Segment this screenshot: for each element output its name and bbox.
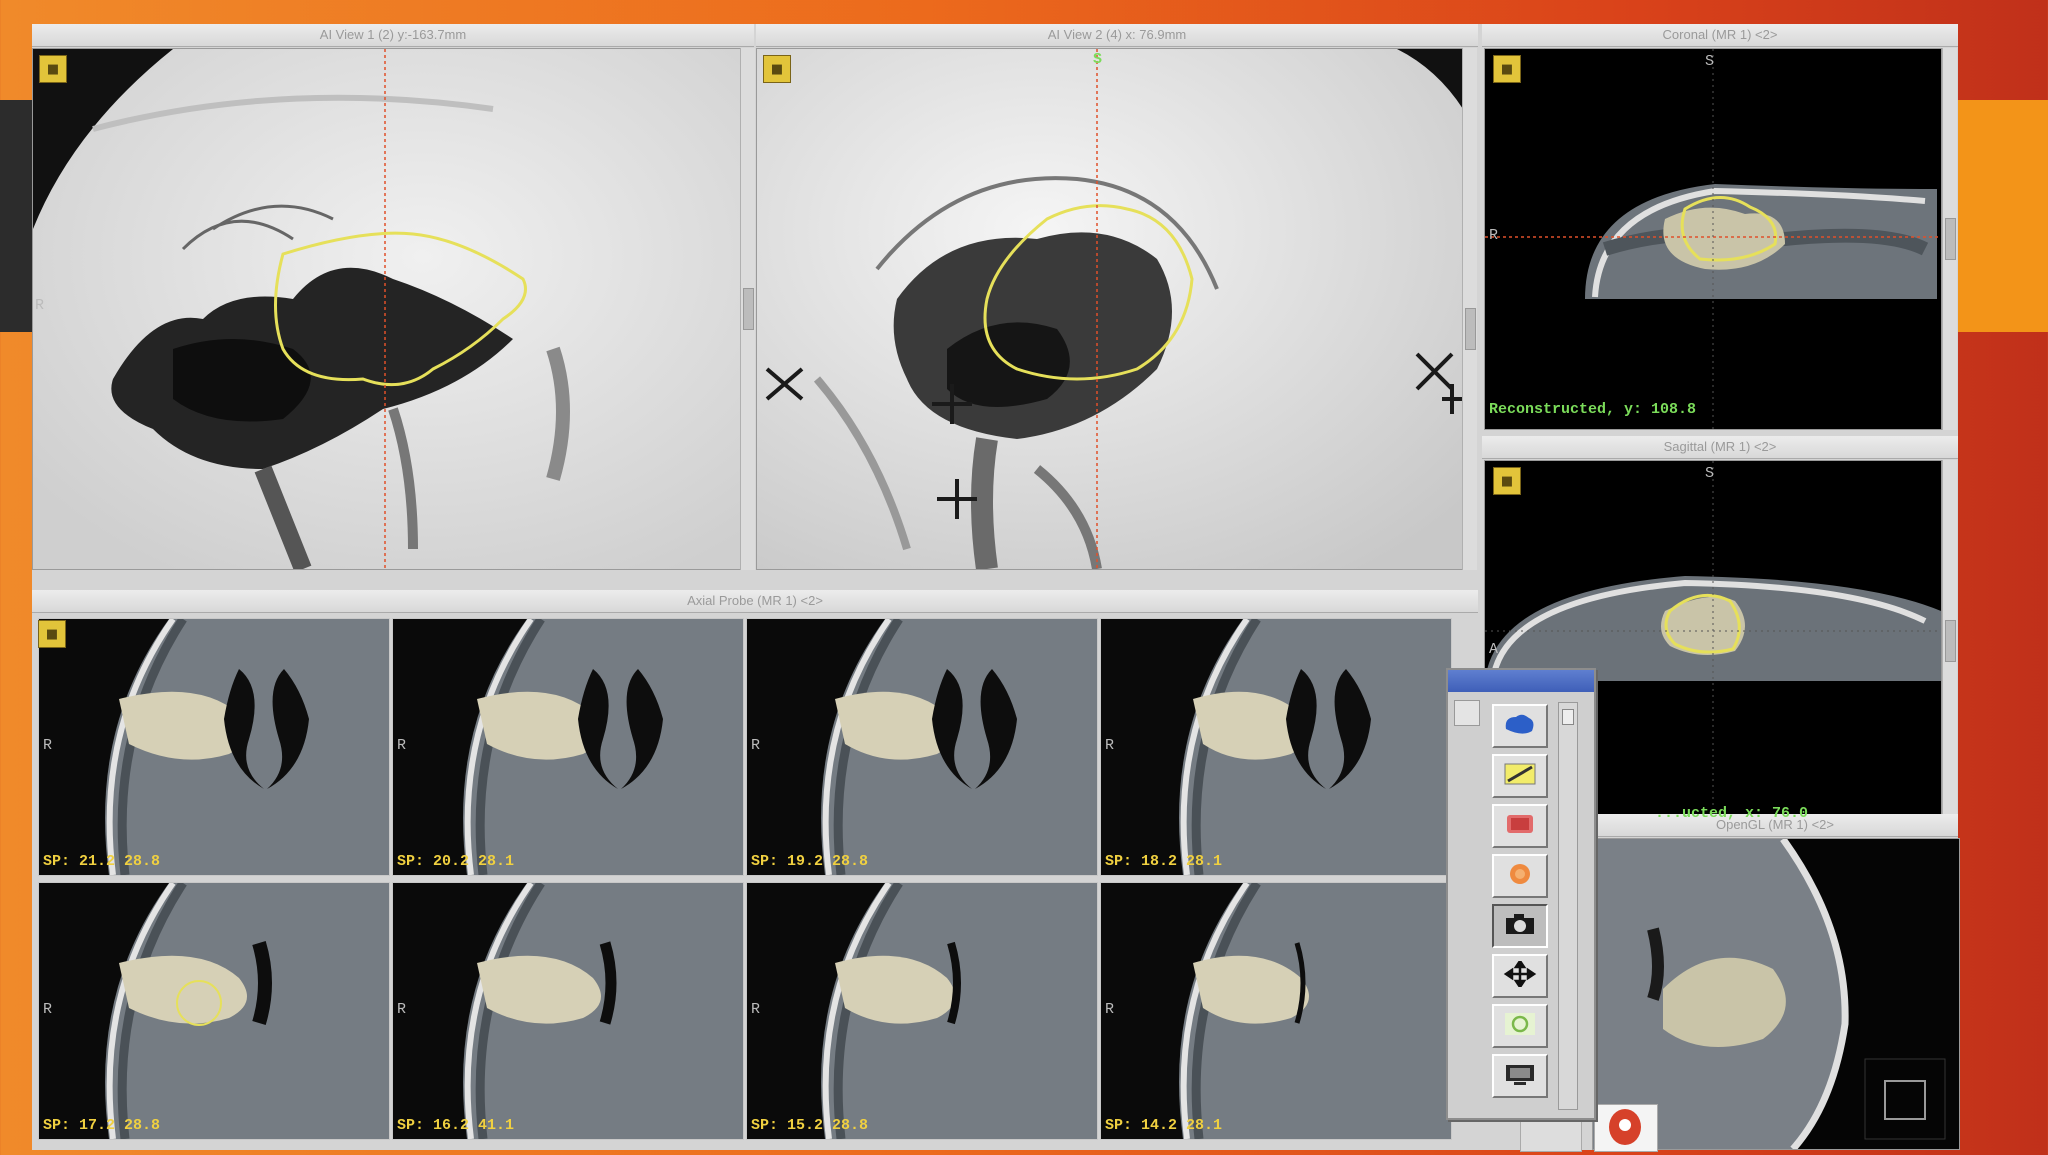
camera-icon bbox=[1502, 911, 1538, 941]
volume-red-icon bbox=[1502, 811, 1538, 841]
orientation-label: R bbox=[35, 297, 45, 314]
axial-slice-cell[interactable]: SP: 16.2 41.1 R bbox=[392, 882, 744, 1140]
sagittal-view-title: Sagittal (MR 1) <2> bbox=[1482, 436, 1958, 459]
orientation-label: S bbox=[1705, 53, 1715, 70]
orientation-label: R bbox=[1489, 227, 1499, 244]
axial-mri-image bbox=[39, 883, 389, 1139]
slice-position-label: SP: 19.2 28.8 bbox=[751, 853, 869, 870]
orientation-label: R bbox=[1105, 737, 1115, 754]
slice-position-label: SP: 16.2 41.1 bbox=[397, 1117, 515, 1134]
slice-position-label: SP: 18.2 28.1 bbox=[1105, 853, 1223, 870]
orientation-label: R bbox=[43, 1001, 53, 1018]
coronal-status-text: Reconstructed, y: 108.8 bbox=[1489, 401, 1697, 418]
slice-position-label: SP: 20.2 28.1 bbox=[397, 853, 515, 870]
orientation-label: R bbox=[751, 1001, 761, 1018]
coronal-view[interactable]: ■ S R Reconstructed, y: 108.8 bbox=[1484, 48, 1942, 430]
background-orange-tab bbox=[1958, 100, 2048, 332]
region-blob-tool-button[interactable] bbox=[1492, 704, 1548, 748]
move-arrows-tool-button[interactable] bbox=[1492, 954, 1548, 998]
orientation-label: S bbox=[1093, 51, 1103, 68]
lock-icon[interactable]: ■ bbox=[763, 55, 791, 83]
axial-slice-cell[interactable]: SP: 15.2 28.8 R bbox=[746, 882, 1098, 1140]
orientation-label: R bbox=[397, 1001, 407, 1018]
background-dark-tab bbox=[0, 100, 34, 332]
scroll-thumb[interactable] bbox=[1945, 620, 1956, 662]
orientation-label: S bbox=[1705, 465, 1715, 482]
axial-slice-cell[interactable]: SP: 21.2 28.8 R bbox=[38, 618, 390, 876]
axial-slice-cell[interactable]: SP: 18.2 28.1 R bbox=[1100, 618, 1452, 876]
orientation-label: R bbox=[751, 737, 761, 754]
ai-view-1-angiogram[interactable]: ■ R bbox=[32, 48, 742, 570]
axial-mri-image bbox=[393, 883, 743, 1139]
axial-slice-cell[interactable]: SP: 19.2 28.8 R bbox=[746, 618, 1098, 876]
region-blob-icon bbox=[1502, 711, 1538, 741]
lock-icon[interactable]: ■ bbox=[38, 620, 66, 648]
pencil-draw-icon bbox=[1502, 761, 1538, 791]
ai-view-2-scrollbar[interactable] bbox=[1462, 48, 1477, 570]
mascot-thumbnail[interactable] bbox=[1594, 1104, 1658, 1152]
axial-mri-image bbox=[1101, 883, 1451, 1139]
axial-probe-title: Axial Probe (MR 1) <2> bbox=[32, 590, 1478, 613]
sphere-orange-tool-button[interactable] bbox=[1492, 854, 1548, 898]
scroll-thumb[interactable] bbox=[1945, 218, 1956, 260]
coronal-scrollbar[interactable] bbox=[1942, 48, 1957, 430]
axial-slice-cell[interactable]: SP: 17.2 28.8 R bbox=[38, 882, 390, 1140]
angiogram-frontal-image bbox=[757, 49, 1463, 569]
ring-green-tool-button[interactable] bbox=[1492, 1004, 1548, 1048]
orientation-label: R bbox=[43, 737, 53, 754]
coronal-mri-slice bbox=[1485, 49, 1941, 429]
sagittal-status-text: ...ucted, x: 76.0 bbox=[1655, 805, 1809, 822]
camera-tool-button[interactable] bbox=[1492, 904, 1548, 948]
ai-view-1-scrollbar[interactable] bbox=[740, 48, 755, 570]
axial-mri-image bbox=[39, 619, 389, 875]
axial-mri-image bbox=[747, 619, 1097, 875]
move-arrows-icon bbox=[1502, 958, 1538, 991]
slice-position-label: SP: 21.2 28.8 bbox=[43, 853, 161, 870]
orientation-label: R bbox=[1105, 1001, 1115, 1018]
tool-palette-titlebar[interactable] bbox=[1448, 670, 1594, 692]
pencil-draw-tool-button[interactable] bbox=[1492, 754, 1548, 798]
slice-position-label: SP: 14.2 28.1 bbox=[1105, 1117, 1223, 1134]
orientation-label: A bbox=[1489, 641, 1499, 658]
scroll-thumb[interactable] bbox=[1465, 308, 1476, 350]
axial-mri-image bbox=[1101, 619, 1451, 875]
coronal-view-title: Coronal (MR 1) <2> bbox=[1482, 24, 1958, 47]
lock-icon[interactable]: ■ bbox=[39, 55, 67, 83]
volume-red-tool-button[interactable] bbox=[1492, 804, 1548, 848]
scroll-thumb[interactable] bbox=[743, 288, 754, 330]
ring-green-icon bbox=[1502, 1011, 1538, 1041]
sphere-orange-icon bbox=[1502, 861, 1538, 891]
slice-position-label: SP: 17.2 28.8 bbox=[43, 1117, 161, 1134]
palette-lock-icon[interactable] bbox=[1562, 709, 1574, 725]
axial-probe-grid: ■ SP: 21.2 28.8 R SP: 20.2 28.1 R SP: 19.2 2… bbox=[32, 614, 1478, 1150]
monitor-tool-button[interactable] bbox=[1492, 1054, 1548, 1098]
palette-option-button[interactable] bbox=[1454, 700, 1480, 726]
axial-slice-cell[interactable]: SP: 20.2 28.1 R bbox=[392, 618, 744, 876]
axial-mri-image bbox=[747, 883, 1097, 1139]
opengl-brain-render bbox=[1593, 839, 1959, 1149]
axial-slice-cell[interactable]: SP: 14.2 28.1 R bbox=[1100, 882, 1452, 1140]
tool-palette-scrollbar[interactable] bbox=[1558, 702, 1578, 1110]
axial-mri-image bbox=[393, 619, 743, 875]
planning-workstation-screen: AI View 1 (2) y:-163.7mm ■ R AI View 2 (… bbox=[32, 24, 1960, 1152]
lock-icon[interactable]: ■ bbox=[1493, 55, 1521, 83]
monitor-icon bbox=[1502, 1061, 1538, 1091]
ai-view-2-angiogram[interactable]: ■ S bbox=[756, 48, 1464, 570]
sagittal-scrollbar[interactable] bbox=[1942, 460, 1957, 832]
ai-view-2-title: AI View 2 (4) x: 76.9mm bbox=[756, 24, 1478, 47]
angiogram-lateral-image bbox=[33, 49, 741, 569]
orientation-label: R bbox=[397, 737, 407, 754]
lock-icon[interactable]: ■ bbox=[1493, 467, 1521, 495]
ai-view-1-title: AI View 1 (2) y:-163.7mm bbox=[32, 24, 754, 47]
tool-palette[interactable] bbox=[1446, 668, 1596, 1120]
slice-position-label: SP: 15.2 28.8 bbox=[751, 1117, 869, 1134]
